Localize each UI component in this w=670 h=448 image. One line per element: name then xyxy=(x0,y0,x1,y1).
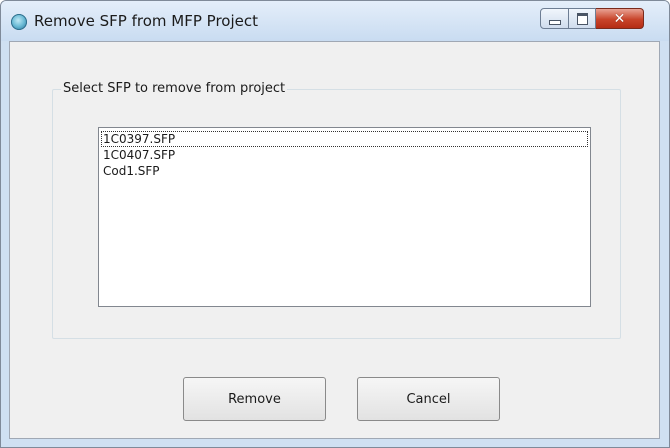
window-title: Remove SFP from MFP Project xyxy=(34,12,258,30)
sfp-listbox[interactable]: 1C0397.SFP 1C0407.SFP Cod1.SFP xyxy=(98,127,591,307)
close-button[interactable]: ✕ xyxy=(596,8,644,29)
remove-button[interactable]: Remove xyxy=(183,377,326,421)
minimize-icon xyxy=(548,20,561,25)
sfp-group-box: Select SFP to remove from project 1C0397… xyxy=(52,81,621,339)
maximize-icon xyxy=(576,12,588,25)
list-item[interactable]: Cod1.SFP xyxy=(101,163,588,179)
list-item[interactable]: 1C0397.SFP xyxy=(101,131,588,147)
dialog-window: Remove SFP from MFP Project ✕ Select SFP… xyxy=(0,0,670,448)
minimize-button[interactable] xyxy=(540,8,569,29)
maximize-button[interactable] xyxy=(569,8,596,29)
close-icon: ✕ xyxy=(613,10,626,27)
dialog-body: Select SFP to remove from project 1C0397… xyxy=(9,41,660,439)
title-bar[interactable]: Remove SFP from MFP Project ✕ xyxy=(1,1,669,41)
cancel-button[interactable]: Cancel xyxy=(357,377,500,421)
app-globe-icon xyxy=(11,14,27,30)
group-label: Select SFP to remove from project xyxy=(61,81,288,97)
list-item[interactable]: 1C0407.SFP xyxy=(101,147,588,163)
